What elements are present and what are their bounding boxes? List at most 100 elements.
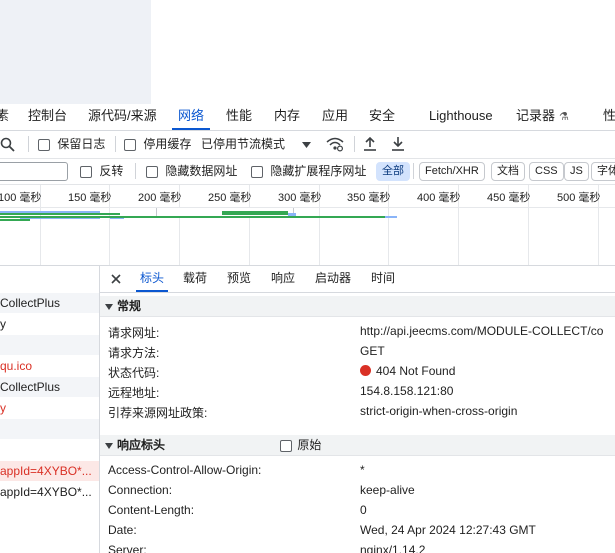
filter-type-js[interactable]: JS: [564, 162, 589, 181]
filter-type-doc[interactable]: 文档: [491, 162, 525, 181]
request-row-selected[interactable]: appId=4XYBO*...: [0, 461, 99, 481]
error-status-icon: [360, 365, 371, 376]
preserve-log-checkbox[interactable]: 保留日志: [38, 136, 105, 152]
request-name: appId=4XYBO*...: [0, 464, 92, 478]
hide-ext-urls-checkbox[interactable]: 隐藏扩展程序网址: [251, 163, 366, 179]
filter-type-css[interactable]: CSS: [529, 162, 564, 181]
tab-timing[interactable]: 时间: [371, 266, 395, 292]
waterfall-bar: [385, 216, 397, 218]
request-details: 标头 载荷 预览 响应 启动器 时间 常规 请求网址: http://api.j…: [100, 266, 615, 553]
tab-recorder[interactable]: 记录器 ⚗: [516, 104, 569, 130]
request-url-value: http://api.jeecms.com/MODULE-COLLECT/co: [360, 324, 604, 338]
hide-data-urls-box[interactable]: [146, 165, 158, 178]
tab-response[interactable]: 响应: [271, 266, 295, 292]
tab-elements[interactable]: 素: [0, 104, 9, 130]
request-row[interactable]: appId=4XYBO*...: [0, 482, 99, 502]
network-toolbar: 保留日志 停用缓存 已停用节流模式: [0, 131, 615, 159]
tick-label: 250 毫秒: [208, 192, 252, 204]
header-value: keep-alive: [360, 483, 415, 497]
request-row[interactable]: y: [0, 398, 99, 418]
request-name: y: [0, 317, 6, 331]
invert-checkbox[interactable]: 反转: [80, 163, 123, 179]
toolbar-divider: [28, 136, 29, 152]
tab-performance-insights[interactable]: 性: [603, 104, 615, 130]
header-value: 0: [360, 503, 367, 517]
disable-cache-box[interactable]: [124, 138, 136, 151]
invert-box[interactable]: [80, 165, 92, 178]
tab-security[interactable]: 安全: [369, 104, 395, 130]
tab-application[interactable]: 应用: [322, 104, 348, 130]
filter-row: 反转 隐藏数据网址 隐藏扩展程序网址 全部 Fetch/XHR 文档 CSS J…: [0, 159, 615, 185]
tab-network[interactable]: 网络: [171, 104, 211, 130]
toolbar-divider: [354, 136, 355, 152]
raw-checkbox[interactable]: 原始: [280, 435, 321, 455]
preserve-log-label: 保留日志: [57, 137, 106, 151]
disable-cache-label: 停用缓存: [143, 137, 192, 151]
tab-headers[interactable]: 标头: [135, 266, 169, 292]
tab-performance[interactable]: 性能: [226, 104, 252, 130]
tick-label: 350 毫秒: [347, 192, 391, 204]
hide-data-urls-checkbox[interactable]: 隐藏数据网址: [146, 163, 237, 179]
close-icon[interactable]: [111, 274, 121, 284]
hide-ext-urls-box[interactable]: [251, 165, 263, 178]
tab-console[interactable]: 控制台: [28, 104, 67, 130]
preserve-log-box[interactable]: [38, 138, 50, 151]
header-key: 引荐来源网址政策:: [108, 406, 208, 420]
chevron-down-icon[interactable]: [302, 142, 311, 148]
general-section-header[interactable]: 常规: [100, 296, 615, 317]
throttle-select[interactable]: 已停用节流模式: [201, 136, 285, 152]
request-name: CollectPlus: [0, 380, 61, 394]
header-key: Connection:: [108, 483, 173, 497]
tick-label: 100 毫秒: [0, 192, 42, 204]
waterfall-bar: [0, 213, 120, 215]
tab-memory[interactable]: 内存: [274, 104, 300, 130]
filter-type-all[interactable]: 全部: [376, 162, 410, 181]
tab-sources[interactable]: 源代码/来源: [88, 104, 157, 130]
hide-data-urls-label: 隐藏数据网址: [165, 164, 238, 178]
referrer-policy-value: strict-origin-when-cross-origin: [360, 404, 518, 418]
tab-recorder-label: 记录器: [516, 108, 556, 123]
tick-label: 200 毫秒: [138, 192, 182, 204]
tab-lighthouse[interactable]: Lighthouse: [429, 104, 493, 130]
header-value: *: [360, 463, 365, 477]
request-row[interactable]: [0, 335, 99, 355]
throttle-label: 已停用节流模式: [201, 137, 286, 151]
request-row[interactable]: [0, 419, 99, 439]
devtools-tabbar: 素 控制台 源代码/来源 网络 性能 内存 应用 安全 Lighthouse 记…: [0, 104, 615, 131]
header-key: 请求网址:: [108, 326, 160, 340]
request-row[interactable]: CollectPlus: [0, 293, 99, 313]
request-name: appId=4XYBO*...: [0, 485, 92, 499]
tick-label: 500 毫秒: [557, 192, 601, 204]
filter-type-font[interactable]: 字体: [591, 162, 615, 181]
request-row[interactable]: qu.ico: [0, 356, 99, 376]
search-icon[interactable]: [0, 137, 16, 153]
hide-ext-urls-label: 隐藏扩展程序网址: [270, 164, 367, 178]
disable-cache-checkbox[interactable]: 停用缓存: [124, 136, 191, 152]
tab-initiator[interactable]: 启动器: [315, 266, 351, 292]
filter-divider: [413, 163, 414, 179]
response-headers-section-header[interactable]: 响应标头 原始: [100, 435, 615, 456]
request-name: CollectPlus: [0, 296, 61, 310]
toolbar-divider: [115, 136, 116, 152]
triangle-down-icon: [105, 303, 113, 310]
request-method-value: GET: [360, 344, 385, 358]
request-list: CollectPlus y qu.ico CollectPlus y appId…: [0, 266, 100, 553]
network-overview[interactable]: 100 毫秒 150 毫秒 200 毫秒 250 毫秒 300 毫秒 350 毫…: [0, 185, 615, 266]
flask-icon: ⚗: [559, 111, 569, 123]
tick-label: 450 毫秒: [487, 192, 531, 204]
header-key: Date:: [108, 523, 137, 537]
header-key: Content-Length:: [108, 503, 195, 517]
filter-input[interactable]: [0, 162, 68, 181]
import-har-icon[interactable]: [363, 136, 377, 152]
raw-box[interactable]: [280, 439, 292, 452]
request-row[interactable]: CollectPlus: [0, 377, 99, 397]
export-har-icon[interactable]: [391, 136, 405, 152]
tick-label: 150 毫秒: [68, 192, 112, 204]
tab-preview[interactable]: 预览: [227, 266, 251, 292]
filter-type-fetch-xhr[interactable]: Fetch/XHR: [419, 162, 485, 181]
network-conditions-icon[interactable]: [326, 136, 344, 152]
tab-payload[interactable]: 载荷: [183, 266, 207, 292]
header-key: 远程地址:: [108, 386, 160, 400]
request-row[interactable]: y: [0, 314, 99, 334]
header-key: 状态代码:: [108, 366, 160, 380]
